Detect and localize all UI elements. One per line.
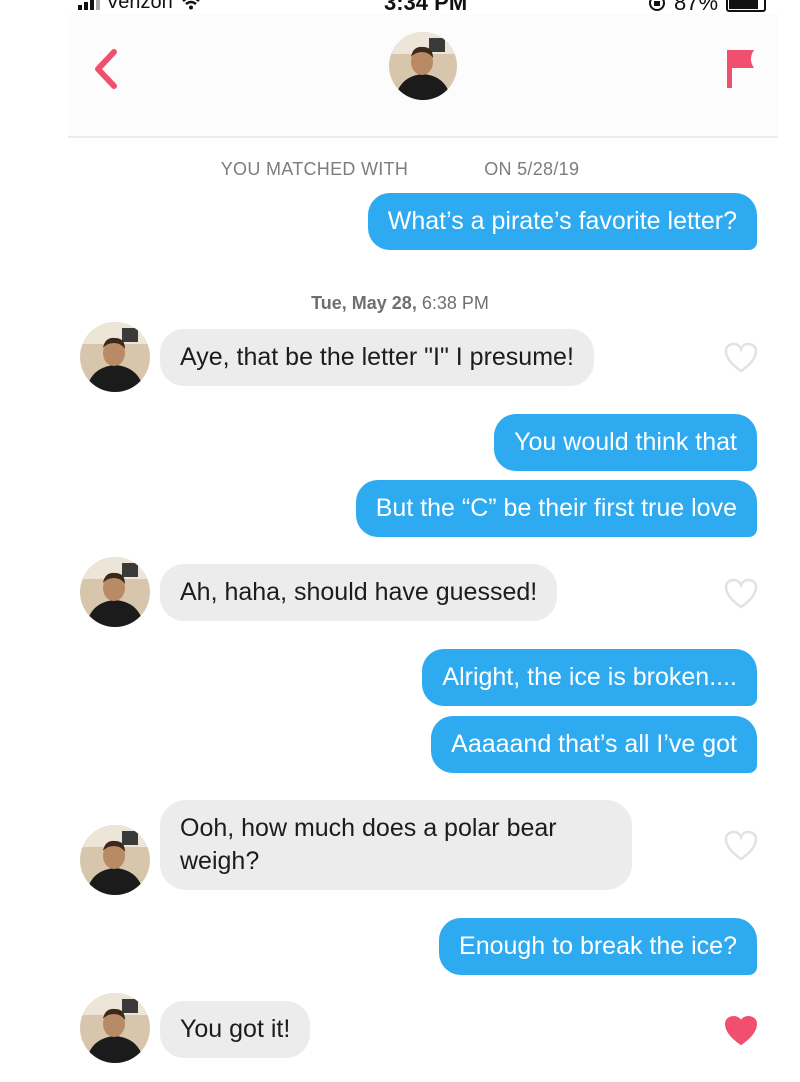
like-heart-icon[interactable] [724, 830, 758, 862]
carrier-label: Verizon [106, 0, 173, 13]
incoming-message[interactable]: Ah, haha, should have guessed! [160, 564, 558, 621]
incoming-message[interactable]: Ooh, how much does a polar bear weigh? [160, 800, 632, 890]
flag-icon [727, 50, 754, 88]
sender-avatar[interactable] [80, 557, 150, 627]
outgoing-message[interactable]: But the “C” be their first true love [355, 480, 757, 537]
timestamp-day: Tue, May 28, [311, 293, 417, 313]
signal-icon [78, 0, 100, 10]
status-bar: Verizon 3:34 PM 87% [0, 0, 800, 15]
incoming-message[interactable]: You got it! [160, 1001, 311, 1058]
battery-icon [726, 0, 767, 12]
sender-avatar[interactable] [80, 993, 150, 1063]
outgoing-message[interactable]: Enough to break the ice? [439, 918, 757, 975]
match-avatar[interactable] [389, 32, 457, 100]
match-prefix: YOU MATCHED WITH [220, 159, 409, 179]
wifi-icon [182, 0, 200, 9]
outgoing-message[interactable]: Aaaaand that’s all I’ve got [431, 716, 757, 773]
incoming-message[interactable]: Aye, that be the letter "I" I presume! [160, 329, 594, 386]
sender-avatar[interactable] [80, 322, 150, 392]
like-heart-icon[interactable] [724, 578, 758, 610]
match-notice: YOU MATCHED WITH ON 5/28/19 [0, 159, 800, 180]
chevron-left-icon [95, 49, 117, 89]
like-heart-icon[interactable] [724, 1015, 758, 1047]
orientation-lock-icon [649, 0, 665, 11]
outgoing-message[interactable]: What’s a pirate’s favorite letter? [367, 193, 757, 250]
outgoing-message[interactable]: Alright, the ice is broken.... [422, 649, 757, 706]
sender-avatar[interactable] [80, 825, 150, 895]
report-flag-button[interactable] [724, 48, 758, 90]
back-button[interactable] [92, 48, 120, 90]
status-left: Verizon [78, 0, 201, 14]
outgoing-message[interactable]: You would think that [494, 414, 757, 471]
like-heart-icon[interactable] [724, 342, 758, 374]
match-date: ON 5/28/19 [484, 159, 580, 179]
message-timestamp: Tue, May 28, 6:38 PM [0, 293, 800, 314]
timestamp-time: 6:38 PM [421, 293, 489, 313]
